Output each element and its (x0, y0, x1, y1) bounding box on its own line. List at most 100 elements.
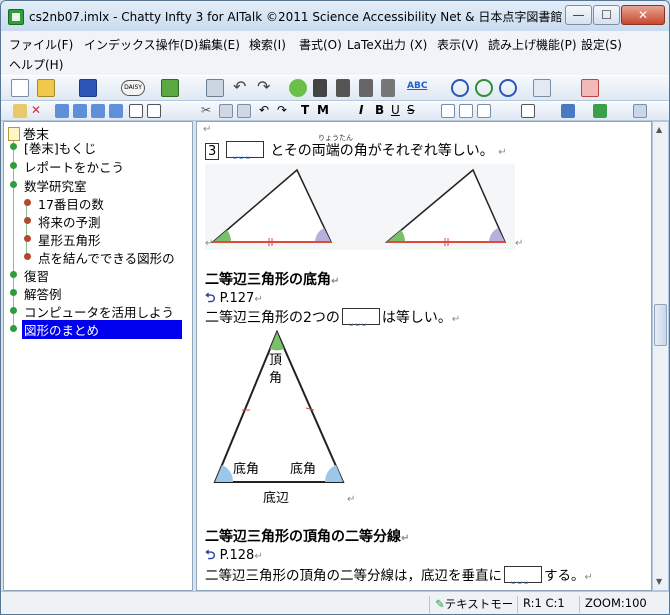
document-editor[interactable]: ↵ 3 とその両端の角がそれぞれ等しい。 ↵ りょうたん ↵ ↵ 二等辺三角 (196, 121, 652, 591)
zoom-out-icon[interactable] (499, 79, 517, 97)
tree-item-answers[interactable]: 解答例 (10, 284, 62, 303)
apex-label: 頂角 (269, 353, 283, 386)
main-toolbar: DAISY ↶ ↷ ABC (1, 75, 669, 101)
dot-icon (24, 217, 31, 224)
tree-item-label: コンピュータを活用しよう (24, 305, 175, 320)
menu-settings[interactable]: 設定(S) (581, 36, 622, 53)
return-mark: ↵ (254, 294, 263, 305)
undo-icon[interactable]: ↶ (233, 79, 251, 97)
speech-icon[interactable] (581, 79, 599, 97)
tree-move-down-icon[interactable] (73, 104, 87, 118)
tree-item-math-lab[interactable]: 数学研究室 (10, 176, 87, 195)
align-left-icon[interactable] (441, 104, 455, 118)
tree-item-dot-figure[interactable]: 点を結んでできる図形の (24, 248, 175, 267)
reference-arrow-icon: ⮌ (205, 291, 216, 306)
panel-icon[interactable] (633, 104, 647, 118)
tree-item-report[interactable]: レポートをかこう (10, 157, 124, 176)
open-folder-icon[interactable] (37, 79, 55, 97)
tree-move-up-icon[interactable] (55, 104, 69, 118)
close-button[interactable]: ✕ (621, 5, 665, 25)
return-mark: ↵ (515, 238, 524, 249)
dot-icon (10, 143, 17, 150)
blank-box[interactable] (225, 141, 264, 159)
export-icon[interactable] (161, 79, 179, 97)
dot-icon (10, 307, 17, 314)
menu-view[interactable]: 表示(V) (437, 36, 479, 53)
menu-file[interactable]: ファイル(F) (9, 36, 73, 53)
paint-icon[interactable] (289, 79, 307, 97)
zoom-in-icon[interactable] (451, 79, 469, 97)
page-ref-text: P.128 (219, 548, 255, 563)
tree-item-pentagram[interactable]: 星形五角形 (24, 230, 101, 249)
new-file-icon[interactable] (11, 79, 29, 97)
zoom-reset-icon[interactable] (475, 79, 493, 97)
redo-small-icon[interactable]: ↷ (277, 104, 291, 118)
bold-button[interactable]: B (375, 104, 389, 118)
return-mark: ↵ (331, 276, 340, 287)
menu-search[interactable]: 検索(I) (249, 36, 286, 53)
base-angle-label-left: 底角 (233, 462, 260, 477)
tree-add-icon[interactable] (13, 104, 27, 118)
dot-icon (10, 162, 17, 169)
menu-index[interactable]: インデックス操作(D) (84, 36, 198, 53)
strike-button[interactable]: S (407, 104, 421, 118)
doc-line-2-pre: 二等辺三角形の2つの (205, 310, 340, 326)
tree-collapse-icon[interactable] (129, 104, 143, 118)
tree-delete-icon[interactable]: ✕ (31, 104, 45, 118)
menu-edit[interactable]: 編集(E) (199, 36, 240, 53)
copy-icon[interactable] (219, 104, 233, 118)
pencil-icon: ✎ (435, 597, 445, 611)
abc-spell-icon[interactable]: ABC (407, 81, 429, 95)
save-icon[interactable] (79, 79, 97, 97)
tree-item-computer[interactable]: コンピュータを活用しよう (10, 302, 174, 321)
font-box-icon[interactable] (521, 104, 535, 118)
menu-help[interactable]: ヘルプ(H) (9, 56, 63, 73)
tree-expand-icon[interactable] (147, 104, 161, 118)
text-mode-button[interactable]: T (301, 104, 315, 118)
split-icon[interactable] (359, 79, 373, 97)
menu-reading[interactable]: 読み上げ機能(P) (488, 36, 577, 53)
cut-icon[interactable]: ✂ (201, 104, 215, 118)
align-center-icon[interactable] (459, 104, 473, 118)
highlight-icon[interactable] (561, 104, 575, 118)
align-right-icon[interactable] (477, 104, 491, 118)
menu-latex[interactable]: LaTeX出力 (X) (347, 36, 427, 53)
redo-icon[interactable]: ↷ (257, 79, 275, 97)
dot-icon (24, 235, 31, 242)
underline-button[interactable]: U (391, 104, 405, 118)
scroll-up-icon[interactable]: ▲ (656, 125, 662, 134)
blank-box[interactable] (504, 566, 542, 584)
tree-item-17th-number[interactable]: 17番目の数 (24, 194, 104, 213)
scroll-down-icon[interactable]: ▼ (656, 577, 662, 586)
vertical-scrollbar[interactable]: ▲ ▼ (652, 121, 669, 591)
tree-item-figure-summary[interactable]: 図形のまとめ (10, 320, 182, 339)
plugin-icon[interactable] (593, 104, 607, 118)
print-icon[interactable] (206, 79, 224, 97)
undo-small-icon[interactable]: ↶ (259, 104, 273, 118)
tree-outdent-icon[interactable] (109, 104, 123, 118)
window-title: cs2nb07.imlx - Chatty Infty 3 for AITalk… (29, 10, 563, 24)
text-color-icon[interactable] (533, 79, 551, 97)
status-mode: ✎テキストモー (429, 596, 515, 613)
maximize-button[interactable]: ☐ (593, 5, 620, 25)
scroll-thumb[interactable] (654, 304, 667, 346)
blank-box[interactable] (341, 308, 380, 326)
doc-line-1: 3 とその両端の角がそれぞれ等しい。 ↵ (205, 140, 507, 160)
math-mode-button[interactable]: M (317, 104, 331, 118)
tree-item-review[interactable]: 復習 (10, 266, 49, 285)
tree-item-prediction[interactable]: 将来の予測 (24, 212, 101, 231)
italic-button[interactable]: I (359, 104, 373, 118)
return-mark: ↵ (203, 124, 212, 135)
paste-icon[interactable] (237, 104, 251, 118)
block-icon[interactable] (336, 79, 350, 97)
daisy-icon[interactable]: DAISY (121, 80, 145, 96)
tree-item-toc[interactable]: [巻末]もくじ (10, 138, 96, 157)
heading-text: 二等辺三角形の頂角の二等分線 (205, 529, 401, 545)
menu-format[interactable]: 書式(O) (299, 36, 342, 53)
minimize-button[interactable]: — (565, 5, 592, 25)
tree-indent-icon[interactable] (91, 104, 105, 118)
heading-text: 二等辺三角形の底角 (205, 272, 331, 288)
return-mark: ↵ (401, 533, 410, 544)
image-icon[interactable] (313, 79, 327, 97)
align-icon[interactable] (381, 79, 395, 97)
